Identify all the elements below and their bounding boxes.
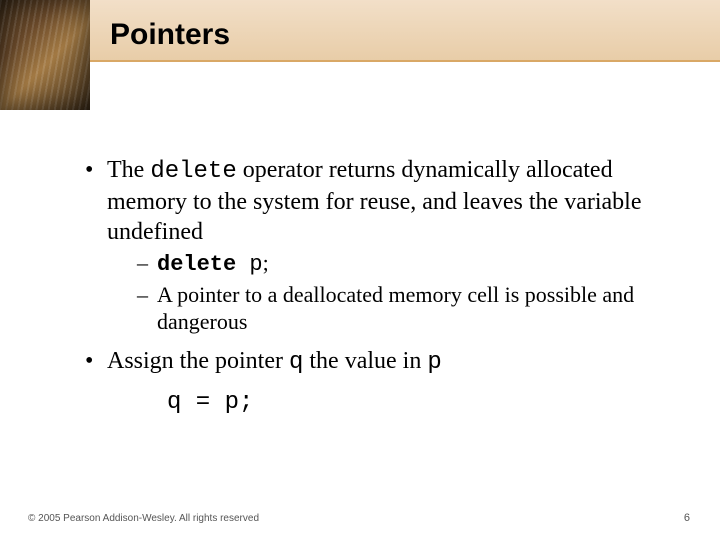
slide-title: Pointers xyxy=(110,18,230,52)
inline-code: delete xyxy=(150,158,236,185)
sub-bullet-item: A pointer to a deallocated memory cell i… xyxy=(137,281,660,336)
code-block: q = p; xyxy=(167,388,660,418)
inline-code: p xyxy=(427,349,441,376)
copyright-footer: © 2005 Pearson Addison-Wesley. All right… xyxy=(28,513,259,524)
bullet-text: Assign the pointer xyxy=(107,348,289,374)
sub-bullet-item: delete p; xyxy=(137,249,660,279)
inline-code-bold: delete xyxy=(157,252,236,277)
slide-header: Pointers xyxy=(0,0,720,110)
sub-list: delete p; A pointer to a deallocated mem… xyxy=(137,249,660,336)
bullet-text: ; xyxy=(263,250,269,275)
bullet-item: Assign the pointer q the value in p q = … xyxy=(85,346,660,418)
bullet-item: The delete operator returns dynamically … xyxy=(85,155,660,336)
inline-code: p xyxy=(236,252,262,277)
bullet-text: the value in xyxy=(303,348,427,374)
slide-content: The delete operator returns dynamically … xyxy=(85,155,660,424)
page-number: 6 xyxy=(684,512,690,524)
header-decorative-image xyxy=(0,0,90,110)
bullet-text: A pointer to a deallocated memory cell i… xyxy=(157,282,634,335)
header-gradient xyxy=(0,0,720,62)
bullet-text: The xyxy=(107,157,150,183)
inline-code: q xyxy=(289,349,303,376)
